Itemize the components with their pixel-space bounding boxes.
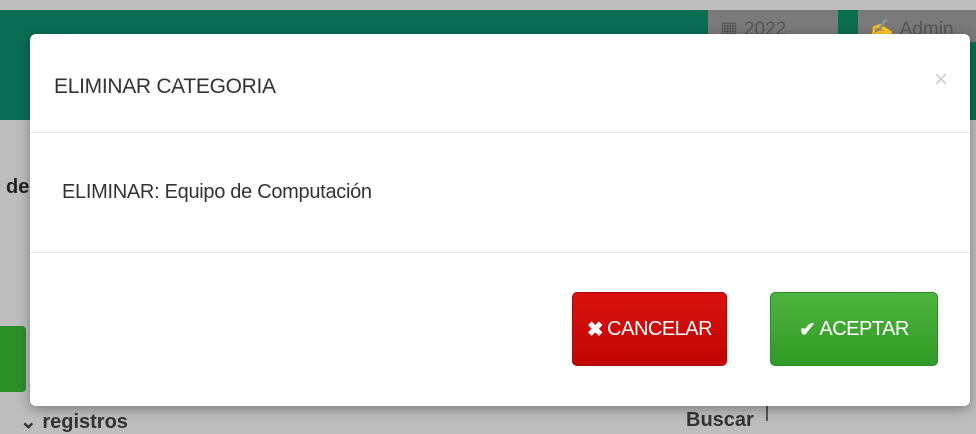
accept-button[interactable]: ✔ ACEPTAR xyxy=(770,292,938,366)
background-add-button[interactable] xyxy=(0,326,26,392)
chevron-down-icon: ⌄ xyxy=(20,411,37,433)
check-icon: ✔ xyxy=(799,318,816,341)
accept-button-label: ACEPTAR xyxy=(819,317,909,340)
modal-header: ELIMINAR CATEGORIA × xyxy=(30,34,970,133)
close-icon: ✖ xyxy=(586,318,604,341)
background-table-controls xyxy=(0,404,976,421)
delete-category-modal: ELIMINAR CATEGORIA × ELIMINAR: Equipo de… xyxy=(30,34,970,406)
background-text-fragment: de xyxy=(6,176,30,198)
close-icon[interactable]: × xyxy=(934,68,948,92)
modal-body: ELIMINAR: Equipo de Computación xyxy=(30,133,970,253)
modal-message: ELIMINAR: Equipo de Computación xyxy=(62,181,372,203)
cancel-button-label: CANCELAR xyxy=(607,317,713,340)
modal-title: ELIMINAR CATEGORIA xyxy=(54,75,276,98)
records-per-page-label: ⌄ registros xyxy=(20,411,128,433)
modal-footer: ✖ CANCELAR ✔ ACEPTAR xyxy=(30,253,970,406)
cancel-button[interactable]: ✖ CANCELAR xyxy=(572,292,727,366)
